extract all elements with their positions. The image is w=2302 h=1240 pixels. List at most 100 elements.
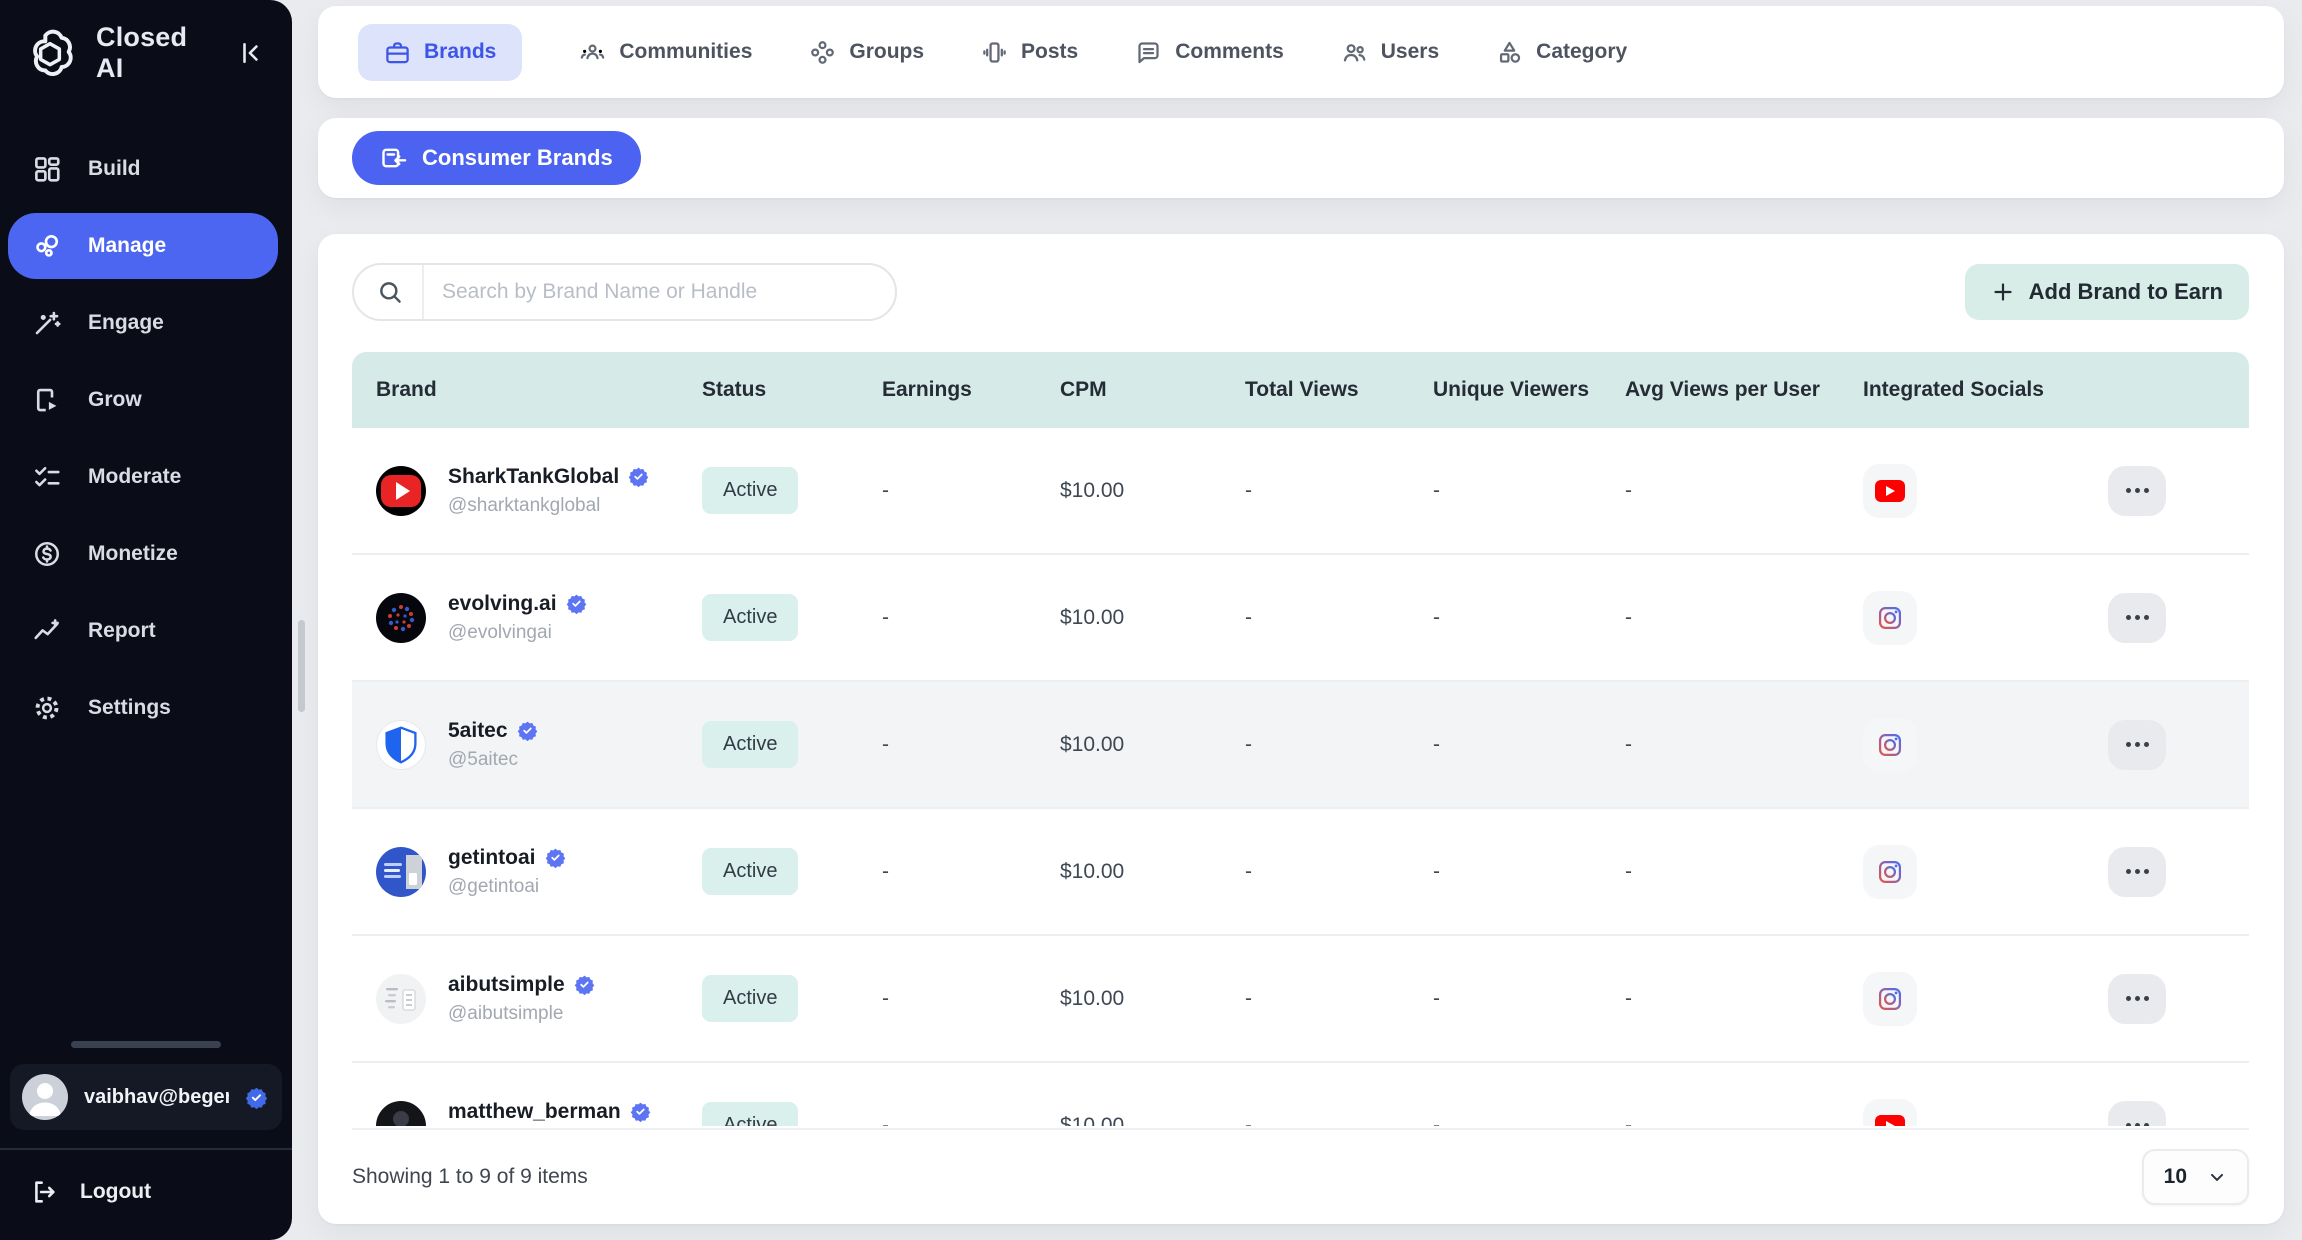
youtube-icon (1863, 1099, 1917, 1127)
tab-brands[interactable]: Brands (358, 24, 522, 81)
row-actions-button[interactable] (2108, 466, 2166, 516)
brand-avatar (376, 847, 426, 897)
status-badge: Active (702, 1102, 798, 1126)
device-play-icon (32, 385, 62, 415)
brand-name: getintoai (448, 846, 536, 870)
status-badge: Active (702, 594, 798, 641)
earnings-value: - (882, 987, 1060, 1011)
brand-avatar (376, 593, 426, 643)
row-actions-button[interactable] (2108, 847, 2166, 897)
search-input[interactable] (442, 280, 887, 304)
column-header-brand: Brand (352, 378, 702, 402)
avg-views-value: - (1625, 1114, 1863, 1127)
avg-views-value: - (1625, 606, 1863, 630)
cpm-value: $10.00 (1060, 860, 1245, 884)
youtube-icon (1863, 464, 1917, 518)
earnings-value: - (882, 479, 1060, 503)
sidebar-drag-handle[interactable] (71, 1041, 221, 1048)
unique-viewers-value: - (1433, 1114, 1625, 1127)
verified-badge-icon (245, 1086, 268, 1109)
table-row[interactable]: getintoai @getintoai Active - $10.00 - -… (352, 809, 2249, 936)
total-views-value: - (1245, 479, 1433, 503)
sidebar-item-manage[interactable]: Manage (8, 213, 278, 279)
app-title: Closed AI (96, 22, 216, 84)
brand-handle: @5aitec (448, 749, 538, 771)
row-actions-button[interactable] (2108, 974, 2166, 1024)
tab-communities[interactable]: Communities (579, 39, 752, 66)
brands-table: Brand Status Earnings CPM Total Views Un… (352, 352, 2249, 1126)
cpm-value: $10.00 (1060, 606, 1245, 630)
add-brand-button[interactable]: Add Brand to Earn (1965, 264, 2249, 320)
row-actions-button[interactable] (2108, 720, 2166, 770)
tab-category[interactable]: Category (1496, 39, 1627, 66)
tab-comments[interactable]: Comments (1135, 39, 1284, 66)
status-badge: Active (702, 467, 798, 514)
table-row[interactable]: matthew_berman @matthewberman Active - $… (352, 1063, 2249, 1126)
avg-views-value: - (1625, 860, 1863, 884)
main-area: Brands Communities Groups (292, 0, 2302, 1240)
sidebar-item-engage[interactable]: Engage (8, 290, 278, 356)
brand-name: matthew_berman (448, 1100, 621, 1124)
sidebar-item-moderate[interactable]: Moderate (8, 444, 278, 510)
dollar-circle-icon (32, 539, 62, 569)
tab-groups[interactable]: Groups (809, 39, 924, 66)
verified-badge-icon (545, 847, 566, 868)
status-badge: Active (702, 848, 798, 895)
table-row[interactable]: evolving.ai @evolvingai Active - $10.00 … (352, 555, 2249, 682)
sidebar-item-build[interactable]: Build (8, 136, 278, 202)
grid-icon (32, 154, 62, 184)
user-avatar (22, 1074, 68, 1120)
sidebar-item-settings[interactable]: Settings (8, 675, 278, 741)
unique-viewers-value: - (1433, 479, 1625, 503)
magic-wand-icon (32, 308, 62, 338)
page-size-select[interactable]: 10 (2142, 1149, 2249, 1205)
users-icon (1341, 39, 1368, 66)
row-actions-button[interactable] (2108, 1101, 2166, 1127)
total-views-value: - (1245, 733, 1433, 757)
shapes-icon (1496, 39, 1523, 66)
user-account-card[interactable]: vaibhav@begenu... (10, 1064, 282, 1130)
unique-viewers-value: - (1433, 860, 1625, 884)
logout-button[interactable]: Logout (0, 1150, 292, 1240)
tab-users[interactable]: Users (1341, 39, 1439, 66)
cpm-value: $10.00 (1060, 733, 1245, 757)
sidebar-collapse-button[interactable] (234, 36, 268, 70)
instagram-icon (1863, 718, 1917, 772)
table-row[interactable]: SharkTankGlobal @sharktankglobal Active … (352, 428, 2249, 555)
brand-search[interactable] (352, 263, 897, 321)
consumer-brands-button[interactable]: Consumer Brands (352, 131, 641, 185)
sidebar-item-monetize[interactable]: Monetize (8, 521, 278, 587)
earnings-value: - (882, 860, 1060, 884)
earnings-value: - (882, 733, 1060, 757)
chat-icon (1135, 39, 1162, 66)
sidebar-scrollbar[interactable] (298, 620, 305, 712)
tab-posts[interactable]: Posts (981, 39, 1078, 66)
sidebar-item-report[interactable]: Report (8, 598, 278, 664)
filter-bar: Consumer Brands (318, 118, 2284, 198)
unique-viewers-value: - (1433, 606, 1625, 630)
table-row[interactable]: aibutsimple @aibutsimple Active - $10.00… (352, 936, 2249, 1063)
cpm-value: $10.00 (1060, 1114, 1245, 1127)
table-toolbar: Add Brand to Earn (352, 262, 2249, 322)
people-group-icon (579, 39, 606, 66)
status-badge: Active (702, 975, 798, 1022)
total-views-value: - (1245, 606, 1433, 630)
verified-badge-icon (517, 720, 538, 741)
brand-handle: @getintoai (448, 876, 566, 898)
verified-badge-icon (628, 466, 649, 487)
brand-avatar (376, 974, 426, 1024)
column-header-status: Status (702, 378, 882, 402)
table-row[interactable]: 5aitec @5aitec Active - $10.00 - - - (352, 682, 2249, 809)
row-actions-button[interactable] (2108, 593, 2166, 643)
cpm-value: $10.00 (1060, 987, 1245, 1011)
verified-badge-icon (566, 593, 587, 614)
earnings-value: - (882, 606, 1060, 630)
brand-import-icon (380, 144, 408, 172)
brand-name: aibutsimple (448, 973, 565, 997)
status-badge: Active (702, 721, 798, 768)
sidebar-item-grow[interactable]: Grow (8, 367, 278, 433)
closed-ai-logo-icon (22, 25, 78, 81)
trend-chart-icon (32, 616, 62, 646)
sidebar-footer: vaibhav@begenu... Logout (0, 1041, 292, 1240)
phone-vibrate-icon (981, 39, 1008, 66)
